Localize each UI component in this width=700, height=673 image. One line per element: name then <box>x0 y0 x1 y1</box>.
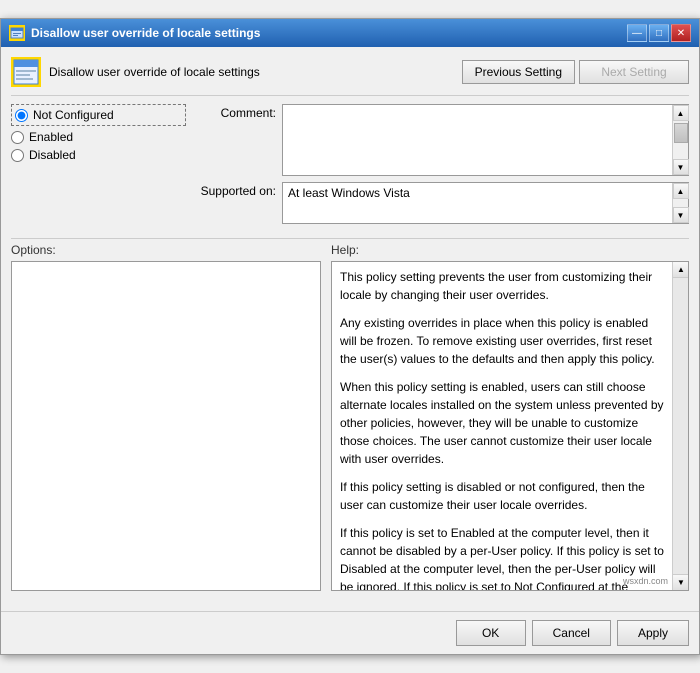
footer: OK Cancel Apply <box>1 611 699 654</box>
comment-label: Comment: <box>196 104 276 120</box>
options-box <box>11 261 321 591</box>
main-area: Not Configured Enabled Disabled <box>11 104 689 230</box>
help-scroll-down[interactable]: ▼ <box>673 574 689 590</box>
comment-row: Comment: ▲ ▼ <box>196 104 689 176</box>
maximize-button[interactable]: □ <box>649 24 669 42</box>
enabled-option[interactable]: Enabled <box>11 130 186 144</box>
disabled-label[interactable]: Disabled <box>29 148 76 162</box>
help-panel: Help: This policy setting prevents the u… <box>331 243 689 591</box>
not-configured-radio[interactable] <box>15 109 28 122</box>
help-paragraph: Any existing overrides in place when thi… <box>340 314 668 368</box>
help-text: This policy setting prevents the user fr… <box>340 268 668 591</box>
ok-button[interactable]: OK <box>456 620 526 646</box>
supported-scrollbar: ▲ ▼ <box>672 183 688 223</box>
dialog-content: Disallow user override of locale setting… <box>1 47 699 611</box>
help-label: Help: <box>331 243 689 257</box>
divider <box>11 238 689 239</box>
title-bar-left: Disallow user override of locale setting… <box>9 25 260 41</box>
comment-box <box>283 105 688 175</box>
disabled-option[interactable]: Disabled <box>11 148 186 162</box>
title-bar: Disallow user override of locale setting… <box>1 19 699 47</box>
comment-field-container: ▲ ▼ <box>282 104 689 176</box>
header-title-text: Disallow user override of locale setting… <box>49 65 260 79</box>
previous-setting-button[interactable]: Previous Setting <box>462 60 575 84</box>
radio-group: Not Configured Enabled Disabled <box>11 104 186 162</box>
help-paragraph: This policy setting prevents the user fr… <box>340 268 668 304</box>
main-window: Disallow user override of locale setting… <box>0 18 700 655</box>
help-paragraph: If this policy is set to Enabled at the … <box>340 524 668 591</box>
comment-scrollbar: ▲ ▼ <box>672 105 688 175</box>
supported-scroll-down[interactable]: ▼ <box>673 207 689 223</box>
not-configured-label[interactable]: Not Configured <box>33 108 114 122</box>
header-buttons: Previous Setting Next Setting <box>462 60 689 84</box>
header-title-area: Disallow user override of locale setting… <box>11 57 260 87</box>
help-scroll-track <box>673 278 688 574</box>
help-scrollbar: ▲ ▼ <box>672 262 688 590</box>
options-panel: Options: <box>11 243 321 591</box>
title-bar-controls: — □ ✕ <box>627 24 691 42</box>
left-panel: Not Configured Enabled Disabled <box>11 104 186 230</box>
right-panel: Comment: ▲ ▼ Supported on: At least <box>196 104 689 230</box>
title-bar-text: Disallow user override of locale setting… <box>31 26 260 40</box>
supported-scroll-up[interactable]: ▲ <box>673 183 689 199</box>
apply-button[interactable]: Apply <box>617 620 689 646</box>
cancel-button[interactable]: Cancel <box>532 620 611 646</box>
supported-field-container: At least Windows Vista ▲ ▼ <box>282 182 689 224</box>
disabled-radio[interactable] <box>11 149 24 162</box>
watermark: wsxdn.com <box>623 575 668 589</box>
window-icon <box>9 25 25 41</box>
scroll-down-arrow[interactable]: ▼ <box>673 159 689 175</box>
supported-label: Supported on: <box>196 182 276 198</box>
scroll-up-arrow[interactable]: ▲ <box>673 105 689 121</box>
enabled-radio[interactable] <box>11 131 24 144</box>
help-paragraph: If this policy setting is disabled or no… <box>340 478 668 514</box>
not-configured-option[interactable]: Not Configured <box>11 104 186 126</box>
options-label: Options: <box>11 243 321 257</box>
next-setting-button[interactable]: Next Setting <box>579 60 689 84</box>
bottom-section: Options: Help: This policy setting preve… <box>11 243 689 591</box>
help-box: This policy setting prevents the user fr… <box>331 261 689 591</box>
help-scroll-up[interactable]: ▲ <box>673 262 689 278</box>
scroll-thumb[interactable] <box>674 123 688 143</box>
enabled-label[interactable]: Enabled <box>29 130 73 144</box>
header-section: Disallow user override of locale setting… <box>11 57 689 96</box>
supported-value: At least Windows Vista <box>283 183 688 223</box>
header-icon <box>11 57 41 87</box>
minimize-button[interactable]: — <box>627 24 647 42</box>
supported-row: Supported on: At least Windows Vista ▲ ▼ <box>196 182 689 224</box>
help-paragraph: When this policy setting is enabled, use… <box>340 378 668 468</box>
close-button[interactable]: ✕ <box>671 24 691 42</box>
